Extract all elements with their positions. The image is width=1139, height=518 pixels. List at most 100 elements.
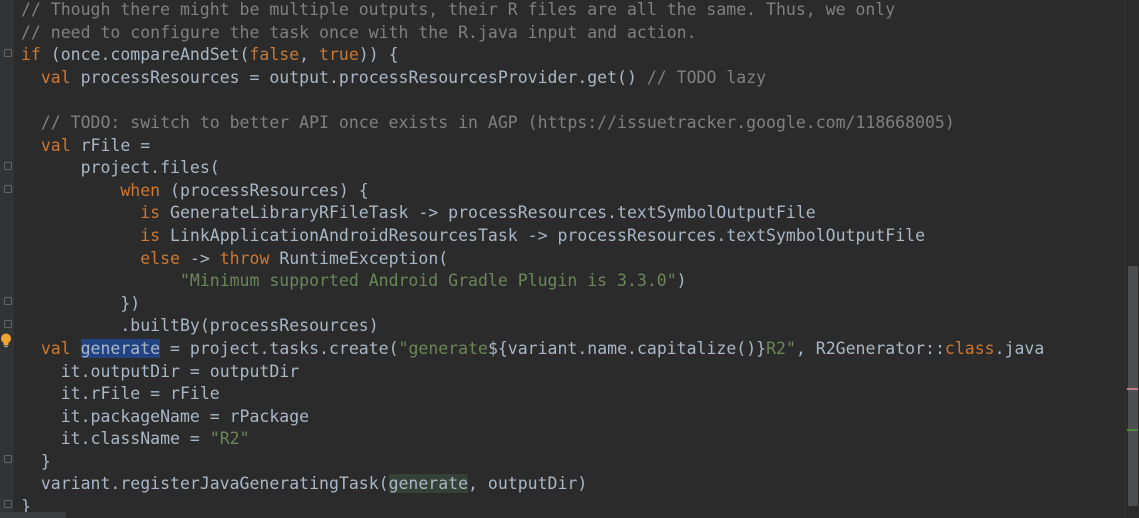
code-keyword: class xyxy=(944,338,995,358)
code-token: , outputDir) xyxy=(468,474,588,494)
code-line[interactable] xyxy=(21,89,1125,112)
code-line[interactable]: // need to configure the task once with … xyxy=(21,22,1125,45)
code-keyword: true xyxy=(319,45,359,65)
code-token: ${variant.name.capitalize()} xyxy=(487,338,767,358)
fold-marker-icon[interactable] xyxy=(4,162,12,170)
code-comment: // TODO: switch to better API once exist… xyxy=(40,112,955,132)
scrollbar-thumb[interactable] xyxy=(1128,266,1138,506)
lightbulb-icon[interactable] xyxy=(0,333,12,348)
code-comment: // Though there might be multiple output… xyxy=(21,0,896,19)
code-line[interactable]: }) xyxy=(21,293,1125,316)
code-token: it.outputDir = outputDir xyxy=(60,361,300,381)
code-string: "Minimum supported Android Gradle Plugin… xyxy=(179,271,677,291)
code-string: "generate xyxy=(398,338,488,358)
code-line[interactable]: when (processResources) { xyxy=(21,180,1125,203)
code-token: }) xyxy=(120,293,141,313)
fold-marker-icon[interactable] xyxy=(4,455,12,463)
code-token: (processResources) { xyxy=(160,180,369,200)
code-line[interactable]: is LinkApplicationAndroidResourcesTask -… xyxy=(21,225,1125,248)
code-token: ) xyxy=(676,271,687,291)
code-line[interactable]: project.files( xyxy=(21,157,1125,180)
code-line[interactable]: variant.registerJavaGeneratingTask(gener… xyxy=(21,473,1125,496)
code-line[interactable]: "Minimum supported Android Gradle Plugin… xyxy=(21,270,1125,293)
horizontal-scrollbar-thumb[interactable] xyxy=(0,512,66,518)
code-keyword: val xyxy=(40,135,71,155)
code-token: GenerateLibraryRFileTask -> processResou… xyxy=(160,203,816,223)
code-token: it.className = xyxy=(60,429,210,449)
code-token: it.packageName = rPackage xyxy=(60,406,310,426)
code-keyword: else xyxy=(140,248,180,268)
code-line[interactable]: it.packageName = rPackage xyxy=(21,406,1125,429)
code-editor[interactable]: // Though there might be multiple output… xyxy=(21,0,1125,518)
code-string: "R2" xyxy=(209,429,250,449)
code-keyword: when xyxy=(120,180,161,200)
code-token: project.files( xyxy=(80,158,220,178)
code-token: .builtBy(processResources) xyxy=(120,316,379,336)
code-token: -> xyxy=(179,248,220,268)
code-token: LinkApplicationAndroidResourcesTask -> p… xyxy=(160,225,925,245)
fold-marker-icon[interactable] xyxy=(4,320,12,328)
code-keyword: val xyxy=(40,67,71,87)
code-line[interactable]: // TODO: switch to better API once exist… xyxy=(21,112,1125,135)
code-token: variant.registerJavaGeneratingTask( xyxy=(40,474,389,494)
code-line[interactable]: it.outputDir = outputDir xyxy=(21,361,1125,384)
error-stripe-marker[interactable] xyxy=(1127,388,1138,390)
code-keyword: false xyxy=(249,45,300,65)
code-keyword: is xyxy=(140,225,161,245)
code-line[interactable]: } xyxy=(21,496,1125,518)
code-keyword: if xyxy=(21,45,41,65)
code-line[interactable]: } xyxy=(21,451,1125,474)
code-string: R2" xyxy=(766,338,796,358)
code-token: , xyxy=(299,45,320,65)
identifier-usage: generate xyxy=(388,474,469,494)
code-token: (once.compareAndSet( xyxy=(40,45,250,65)
code-keyword: throw xyxy=(219,248,270,268)
code-token: = project.tasks.create( xyxy=(160,338,399,358)
code-token: processResources = output.processResourc… xyxy=(70,67,647,87)
code-line[interactable]: if (once.compareAndSet(false, true)) { xyxy=(21,44,1125,67)
code-line[interactable]: val rFile = xyxy=(21,135,1125,158)
code-keyword: val xyxy=(40,338,71,358)
code-line[interactable]: .builtBy(processResources) xyxy=(21,315,1125,338)
code-line[interactable]: // Though there might be multiple output… xyxy=(21,0,1125,22)
fold-marker-icon[interactable] xyxy=(4,49,12,57)
fold-marker-icon[interactable] xyxy=(4,185,12,193)
code-token: rFile = xyxy=(70,135,151,155)
code-token: , R2Generator:: xyxy=(795,338,945,358)
code-keyword: is xyxy=(140,203,161,223)
code-line[interactable]: else -> throw RuntimeException( xyxy=(21,248,1125,271)
code-line[interactable]: is GenerateLibraryRFileTask -> processRe… xyxy=(21,202,1125,225)
code-token: )) { xyxy=(358,45,399,65)
code-line[interactable]: it.rFile = rFile xyxy=(21,383,1125,406)
code-line[interactable]: val generate = project.tasks.create("gen… xyxy=(21,338,1125,361)
code-token: } xyxy=(40,451,51,471)
code-line[interactable]: it.className = "R2" xyxy=(21,428,1125,451)
fold-marker-icon[interactable] xyxy=(4,500,12,508)
code-token: it.rFile = rFile xyxy=(60,384,220,404)
selected-identifier: generate xyxy=(80,338,161,358)
vertical-scrollbar[interactable] xyxy=(1125,0,1139,518)
usage-stripe-marker[interactable] xyxy=(1127,429,1138,431)
code-line[interactable]: val processResources = output.processRes… xyxy=(21,67,1125,90)
fold-marker-icon[interactable] xyxy=(4,297,12,305)
code-token: .java xyxy=(994,338,1045,358)
